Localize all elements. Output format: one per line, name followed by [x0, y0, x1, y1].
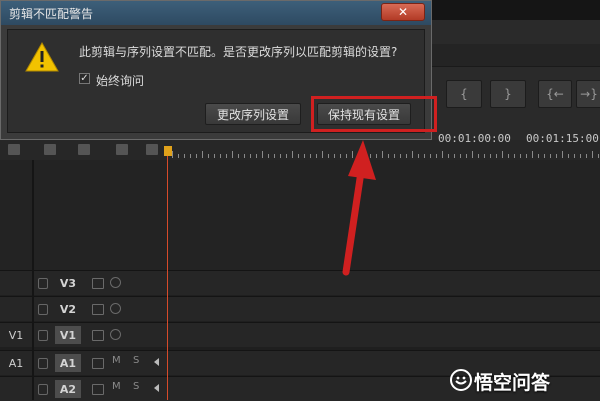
watermark-logo-icon: [450, 369, 472, 391]
annotation-arrow: [342, 140, 376, 276]
watermark-text: 悟空问答: [474, 372, 551, 394]
